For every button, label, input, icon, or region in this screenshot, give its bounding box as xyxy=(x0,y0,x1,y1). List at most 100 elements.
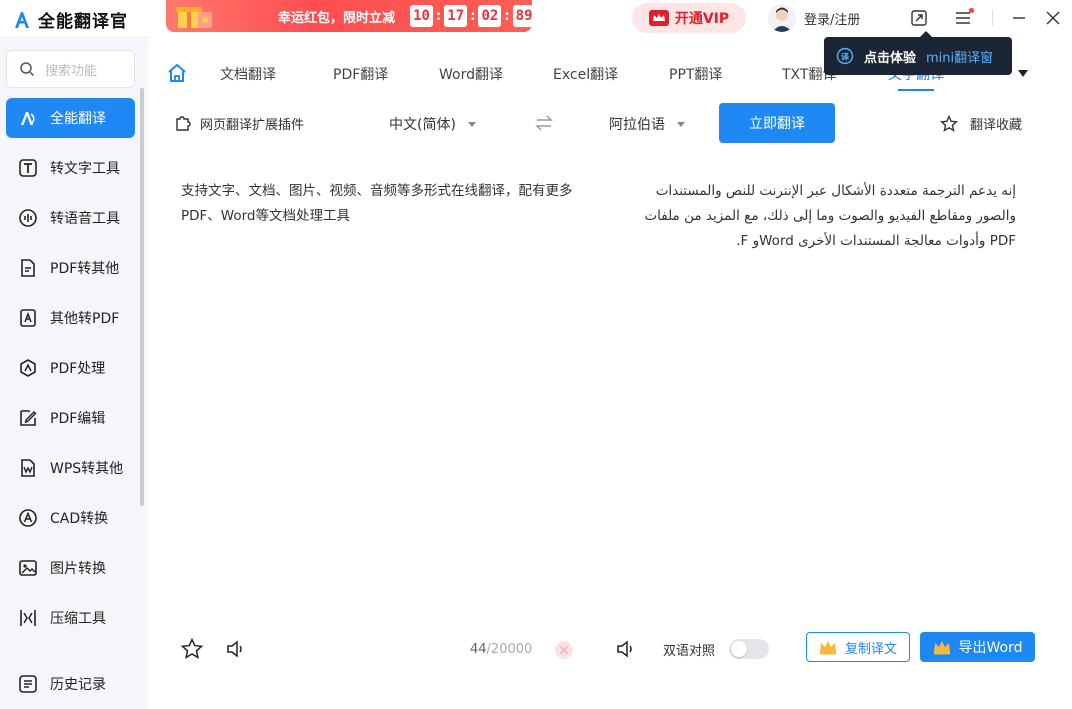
history-icon xyxy=(19,675,37,693)
main-panel: 文档翻译 PDF翻译 Word翻译 Excel翻译 PPT翻译 TXT翻译 文字… xyxy=(148,36,1072,709)
logo-icon xyxy=(15,11,29,28)
crown-icon xyxy=(933,640,950,654)
clear-icon[interactable] xyxy=(554,640,574,660)
target-language-select[interactable]: 阿拉伯语 xyxy=(609,114,685,134)
favorites-label: 翻译收藏 xyxy=(970,118,1023,133)
char-count: 44 xyxy=(470,642,487,657)
mini-window-icon[interactable] xyxy=(910,9,928,27)
web-plugin-button[interactable]: 网页翻译扩展插件 xyxy=(174,114,304,133)
mini-window-tooltip[interactable]: 译 点击体验 mini翻译窗 xyxy=(824,31,1012,75)
wps-icon xyxy=(21,459,35,477)
text-icon xyxy=(19,159,37,177)
speaker-icon[interactable] xyxy=(224,637,248,661)
search-icon xyxy=(20,62,35,77)
vip-label: 开通VIP xyxy=(674,11,730,27)
minimize-icon[interactable] xyxy=(1010,9,1028,27)
tab-excel[interactable]: Excel翻译 xyxy=(553,64,618,84)
window-controls-divider xyxy=(992,10,993,26)
copy-translation-button[interactable]: 复制译文 xyxy=(806,632,910,662)
search-input[interactable]: 搜索功能 xyxy=(6,50,135,88)
export-word-button[interactable]: 导出Word xyxy=(920,632,1035,662)
favorites-button[interactable]: 翻译收藏 xyxy=(940,114,1022,133)
translate-bubble-icon: 译 xyxy=(836,47,854,65)
notification-dot xyxy=(969,8,974,13)
active-tab-indicator xyxy=(898,89,934,91)
char-limit: /20000 xyxy=(486,642,533,657)
timer-minutes: 17 xyxy=(444,5,468,27)
sidebar-item-label: 全能翻译 xyxy=(50,111,106,127)
sidebar-item-label: WPS转其他 xyxy=(50,461,124,477)
bilingual-label: 双语对照 xyxy=(663,644,716,659)
gift-icon xyxy=(176,7,212,28)
sidebar-item-pdf-to-other[interactable]: PDF转其他 xyxy=(6,248,135,288)
toggle-knob xyxy=(731,641,747,657)
speaker-icon[interactable] xyxy=(614,637,638,661)
vip-button[interactable]: 开通VIP xyxy=(632,3,746,33)
sidebar-item-label: PDF处理 xyxy=(50,361,106,377)
sidebar-item-to-text[interactable]: 转文字工具 xyxy=(6,148,135,188)
target-text-area: إنه يدعم الترجمة متعددة الأشكال عبر الإن… xyxy=(644,183,1016,249)
tab-ppt[interactable]: PPT翻译 xyxy=(669,64,722,84)
chevron-down-icon xyxy=(467,121,476,127)
translate-toolbar: 网页翻译扩展插件 中文(简体) 阿拉伯语 立即翻译 翻译收藏 xyxy=(148,102,1072,144)
compress-icon xyxy=(20,610,36,626)
plugin-label: 网页翻译扩展插件 xyxy=(200,118,305,133)
sidebar: 搜索功能 全能翻译 转文字工具 转语音工具 PDF转其他 其他转PDF PDF处… xyxy=(0,36,148,709)
close-icon[interactable] xyxy=(1044,9,1062,27)
pdf-edit-icon xyxy=(20,410,37,426)
timer-colon: : xyxy=(436,8,442,24)
search-placeholder: 搜索功能 xyxy=(45,63,98,79)
history-label: 历史记录 xyxy=(50,677,106,693)
copy-label: 复制译文 xyxy=(844,641,897,657)
sidebar-item-label: 转语音工具 xyxy=(50,211,120,227)
chevron-down-icon[interactable] xyxy=(1018,70,1028,77)
login-area[interactable]: 登录/注册 xyxy=(768,4,860,32)
crown-icon xyxy=(648,10,669,26)
bilingual-toggle[interactable] xyxy=(729,639,769,659)
star-icon[interactable] xyxy=(180,637,204,661)
voice-icon xyxy=(19,209,37,227)
star-icon xyxy=(940,114,958,132)
sidebar-item-label: PDF转其他 xyxy=(50,261,120,277)
sidebar-item-cad[interactable]: CAD转换 xyxy=(6,498,135,538)
timer-seconds: 02 xyxy=(478,5,502,27)
source-language-value: 中文(简体) xyxy=(389,117,456,133)
svg-text:译: 译 xyxy=(841,52,850,62)
login-link[interactable]: 登录/注册 xyxy=(804,9,860,28)
sidebar-item-pdf-process[interactable]: PDF处理 xyxy=(6,348,135,388)
sidebar-item-label: CAD转换 xyxy=(50,511,109,527)
title-bar: 全能翻译官 幸运红包，限时立减 10 : 17 : 02 : 89 开通VIP xyxy=(0,0,1072,36)
source-text-area[interactable]: 支持文字、文档、图片、视频、音频等多形式在线翻译，配有更多PDF、Word等文档… xyxy=(181,179,581,229)
translate-button[interactable]: 立即翻译 xyxy=(719,103,835,143)
tab-document[interactable]: 文档翻译 xyxy=(220,64,276,84)
tooltip-prefix: 点击体验 xyxy=(864,50,917,66)
avatar-icon xyxy=(772,7,792,32)
tab-pdf[interactable]: PDF翻译 xyxy=(333,64,388,84)
timer-hours: 10 xyxy=(410,5,433,27)
promo-text: 幸运红包，限时立减 xyxy=(278,11,396,26)
sidebar-item-all-translate[interactable]: 全能翻译 xyxy=(6,98,135,138)
sidebar-item-compress[interactable]: 压缩工具 xyxy=(6,598,135,638)
pdf-process-icon xyxy=(20,359,36,377)
timer-colon: : xyxy=(470,8,476,24)
sidebar-item-pdf-edit[interactable]: PDF编辑 xyxy=(6,398,135,438)
sidebar-item-history[interactable]: 历史记录 xyxy=(6,664,135,704)
sidebar-item-image[interactable]: 图片转换 xyxy=(6,548,135,588)
sidebar-item-wps-to-other[interactable]: WPS转其他 xyxy=(6,448,135,488)
home-icon[interactable] xyxy=(166,62,188,84)
sidebar-item-to-pdf[interactable]: 其他转PDF xyxy=(6,298,135,338)
avatar[interactable] xyxy=(768,4,796,32)
source-language-select[interactable]: 中文(简体) xyxy=(389,114,476,134)
sidebar-scrollbar[interactable] xyxy=(140,88,144,506)
countdown-timer: 10 : 17 : 02 : 89 xyxy=(410,5,536,27)
sidebar-item-to-voice[interactable]: 转语音工具 xyxy=(6,198,135,238)
char-counter: 44/20000 xyxy=(470,642,532,657)
sidebar-item-label: 图片转换 xyxy=(50,561,106,577)
swap-icon[interactable] xyxy=(534,114,554,132)
app-title: 全能翻译官 xyxy=(38,12,128,32)
tab-word[interactable]: Word翻译 xyxy=(439,64,503,84)
to-pdf-icon xyxy=(20,309,36,327)
tooltip-highlight: mini翻译窗 xyxy=(926,50,994,66)
crown-icon xyxy=(819,640,836,654)
promo-banner[interactable]: 幸运红包，限时立减 10 : 17 : 02 : 89 xyxy=(166,0,536,32)
